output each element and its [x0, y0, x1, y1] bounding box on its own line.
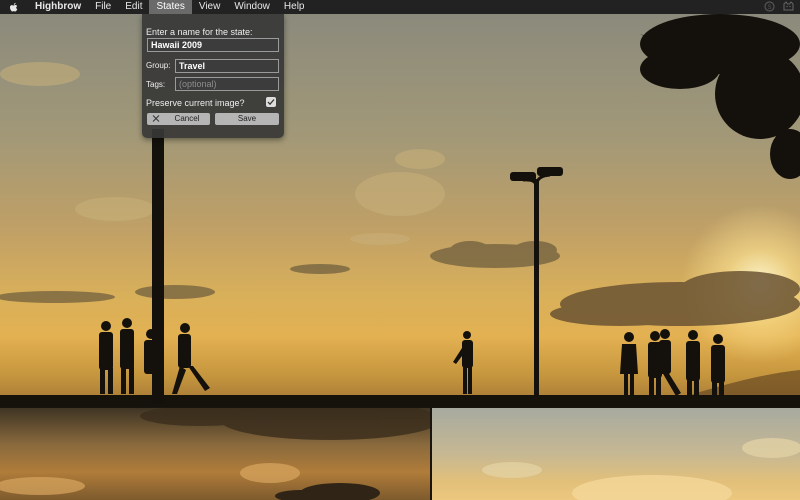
main-photo: [0, 14, 800, 407]
group-label: Group:: [146, 61, 171, 70]
menu-view[interactable]: View: [192, 0, 228, 14]
menu-edit[interactable]: Edit: [118, 0, 149, 14]
menu-window[interactable]: Window: [227, 0, 277, 14]
cancel-button[interactable]: Cancel: [147, 113, 210, 125]
preserve-image-checkbox[interactable]: [266, 97, 276, 107]
save-button[interactable]: Save: [215, 113, 279, 125]
close-icon: [152, 113, 160, 129]
preserve-image-label: Preserve current image?: [146, 98, 245, 108]
status-icons: S: [764, 1, 794, 15]
tags-label: Tags:: [146, 80, 166, 89]
cancel-label: Cancel: [174, 114, 200, 123]
group-input[interactable]: Travel: [175, 59, 279, 73]
checkmark-icon: [267, 99, 275, 106]
menu-states[interactable]: States: [149, 0, 192, 14]
thumbnail-photo-left[interactable]: [0, 408, 430, 500]
state-name-input[interactable]: Hawaii 2009: [147, 38, 279, 52]
state-name-prompt: Enter a name for the state:: [146, 27, 253, 37]
menu-highbrow[interactable]: Highbrow: [28, 0, 88, 14]
svg-text:S: S: [767, 5, 771, 11]
photo-silhouettes: [0, 14, 800, 407]
photo-clouds: [0, 408, 430, 500]
apple-icon[interactable]: [0, 0, 28, 14]
photo-sky: [482, 438, 800, 500]
save-state-popover: Enter a name for the state: Hawaii 2009 …: [142, 14, 284, 138]
cat-icon[interactable]: [783, 1, 794, 15]
tags-input[interactable]: (optional): [175, 77, 279, 91]
menu-bar: Highbrow File Edit States View Window He…: [0, 0, 800, 14]
thumbnail-photo-right[interactable]: [432, 408, 800, 500]
menu-help[interactable]: Help: [277, 0, 312, 14]
skype-icon[interactable]: S: [764, 1, 775, 15]
menu-file[interactable]: File: [88, 0, 118, 14]
